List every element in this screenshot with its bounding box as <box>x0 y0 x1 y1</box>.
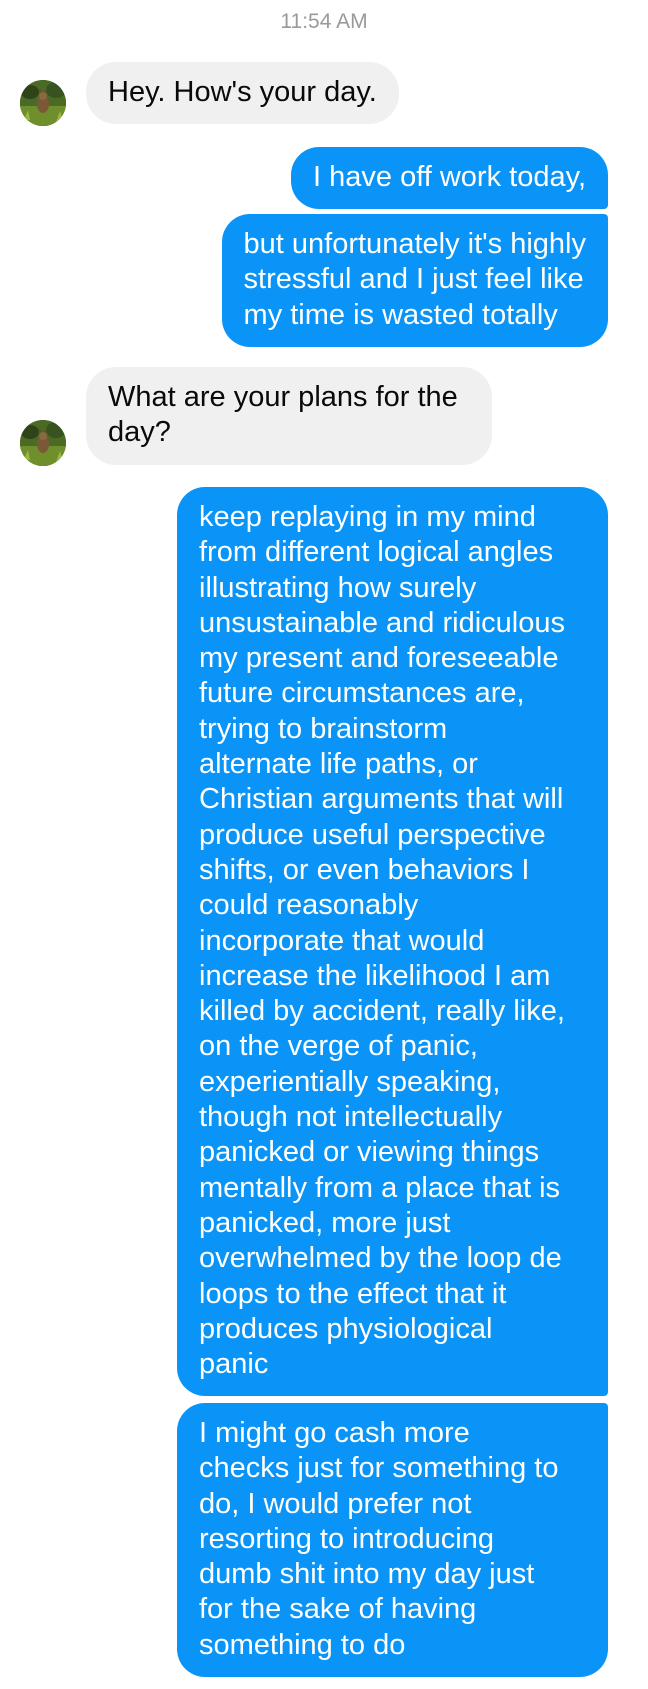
message-text-line: panic <box>199 1348 269 1381</box>
message-text-line: panicked or viewing things <box>199 1136 540 1169</box>
outgoing-message-bubble[interactable]: I have off work today, <box>291 147 608 210</box>
message-text-line: resorting to introducing <box>199 1522 494 1555</box>
message-text-line: Christian arguments that will <box>199 783 564 816</box>
message-text-line: unsustainable and ridiculous <box>199 606 565 639</box>
contact-avatar-photo-icon <box>20 80 66 126</box>
message-text-line: on the verge of panic, <box>199 1030 478 1063</box>
message-text-line: dumb shit into my day just <box>199 1558 535 1591</box>
contact-avatar[interactable] <box>20 80 66 126</box>
message-text-line: incorporate that would <box>199 924 485 957</box>
outgoing-message-bubble[interactable]: keep replaying in my mind from different… <box>177 487 608 1397</box>
message-text-line: I have off work today, <box>313 161 586 193</box>
message-text-line: day? <box>108 416 171 449</box>
contact-avatar[interactable] <box>20 420 66 466</box>
message-text-line: illustrating how surely <box>199 571 477 604</box>
message-text-line: trying to brainstorm <box>199 712 448 745</box>
message-timestamp: 11:54 AM <box>280 10 368 33</box>
message-text-line: alternate life paths, or <box>199 748 478 781</box>
message-text-line: mentally from a place that is <box>199 1171 561 1204</box>
message-text-line: shifts, or even behaviors I <box>199 853 530 886</box>
message-text-line: I might go cash more <box>199 1417 470 1449</box>
message-text-line: Hey. How's your day. <box>108 76 377 108</box>
incoming-message-bubble[interactable]: Hey. How's your day. <box>86 62 399 125</box>
message-text-line: future circumstances are, <box>199 677 525 710</box>
message-text-line: though not intellectually <box>199 1101 503 1134</box>
message-text-line: produces physiological <box>199 1312 493 1345</box>
message-text-line: could reasonably <box>199 889 419 922</box>
message-text-line: loops to the effect that it <box>199 1277 507 1310</box>
message-text-line: keep replaying in my mind <box>199 501 536 533</box>
contact-avatar-photo-icon <box>20 420 66 466</box>
message-text-line: do, I would prefer not <box>199 1487 472 1520</box>
message-text-line: stressful and I just feel like <box>243 263 584 296</box>
message-text-line: killed by accident, really like, <box>199 995 565 1028</box>
message-text-line: experientially speaking, <box>199 1065 501 1098</box>
message-text-line: from different logical angles <box>199 536 554 569</box>
message-text-line: my present and foreseeable <box>199 642 559 675</box>
message-text-line: but unfortunately it's highly <box>243 228 586 260</box>
outgoing-message-bubble[interactable]: but unfortunately it's highly stressful … <box>221 214 608 347</box>
message-text-line: checks just for something to <box>199 1452 559 1485</box>
message-text-line: increase the likelihood I am <box>199 959 551 992</box>
outgoing-message-bubble[interactable]: I might go cash more checks just for som… <box>177 1403 608 1678</box>
message-text-line: for the sake of having <box>199 1593 477 1626</box>
message-text-line: overwhelmed by the loop de <box>199 1242 562 1275</box>
incoming-message-bubble[interactable]: What are your plans for the day? <box>86 367 492 465</box>
message-text-line: something to do <box>199 1628 406 1661</box>
message-text-line: What are your plans for the <box>108 381 458 413</box>
message-text-line: produce useful perspective <box>199 818 546 851</box>
message-text-line: my time is wasted totally <box>243 298 558 331</box>
message-text-line: panicked, more just <box>199 1206 451 1239</box>
